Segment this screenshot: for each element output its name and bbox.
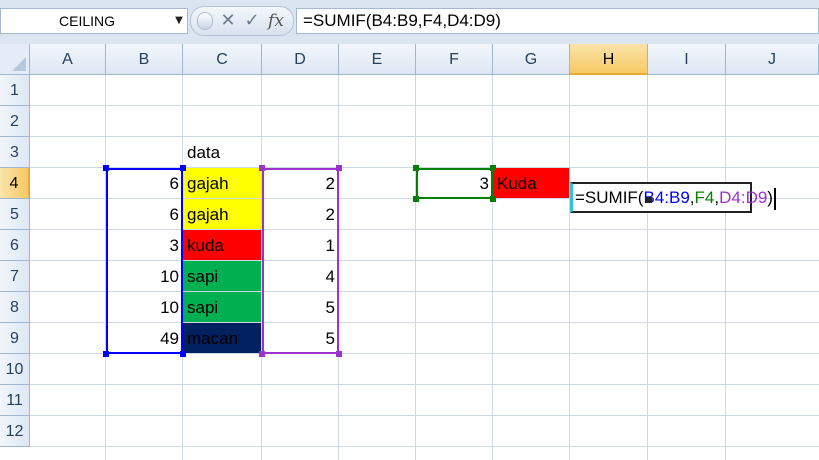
range-highlight-f4 [416, 168, 493, 199]
column-header-d[interactable]: D [262, 44, 339, 75]
gridline-col [492, 75, 493, 460]
row-header-4[interactable]: 4 [0, 168, 30, 199]
range-highlight-b4-b9-handle[interactable] [103, 165, 109, 171]
cell-c6[interactable]: kuda [183, 230, 262, 261]
cell-c4[interactable]: gajah [183, 168, 262, 199]
worksheet-grid[interactable]: A B C D E F G H I J 1 2 3 4 5 6 7 8 9 10 11 12 data 6 gajah 2 6 gaj… [0, 44, 819, 460]
gridline-row [30, 384, 819, 385]
row-header-8[interactable]: 8 [0, 292, 30, 323]
column-header-i[interactable]: I [648, 44, 726, 75]
gridline-row [30, 105, 819, 106]
formula-bar-grip-icon[interactable] [197, 12, 213, 30]
row-header-3[interactable]: 3 [0, 137, 30, 168]
gridline-row [30, 446, 819, 447]
cell-c5[interactable]: gajah [183, 199, 262, 230]
formula-part-suffix: ) [767, 188, 773, 207]
column-header-g[interactable]: G [493, 44, 570, 75]
gridline-col [725, 75, 726, 460]
column-header-a[interactable]: A [30, 44, 106, 75]
range-highlight-b4-b9-handle[interactable] [103, 351, 109, 357]
gridline-col [415, 75, 416, 460]
row-header-5[interactable]: 5 [0, 199, 30, 230]
column-header-h[interactable]: H [570, 44, 648, 75]
cell-c7[interactable]: sapi [183, 261, 262, 292]
cell-c9[interactable]: macan [183, 323, 262, 354]
range-highlight-b4-b9-handle[interactable] [180, 351, 186, 357]
column-header-j[interactable]: J [726, 44, 819, 75]
range-highlight-d4-d9-handle[interactable] [336, 165, 342, 171]
range-highlight-f4-handle[interactable] [490, 165, 496, 171]
formula-part-range2: D4:D9 [719, 188, 768, 207]
text-cursor [773, 187, 776, 210]
gridline-col [647, 75, 648, 460]
row-header-6[interactable]: 6 [0, 230, 30, 261]
row-header-12[interactable]: 12 [0, 416, 30, 447]
range-highlight-b4-b9-handle[interactable] [180, 165, 186, 171]
cell-c8[interactable]: sapi [183, 292, 262, 323]
formula-part-prefix: =SUMIF( [575, 188, 644, 207]
cell-c3[interactable]: data [183, 137, 262, 168]
insert-function-icon[interactable]: fx [265, 9, 287, 33]
name-box-dropdown-icon[interactable]: ▼ [172, 8, 186, 34]
column-header-b[interactable]: B [106, 44, 183, 75]
formula-bar: CEILING ▼ ✕ ✓ fx =SUMIF(B4:B9,F4,D4:D9) [0, 0, 819, 45]
range-highlight-d4-d9 [262, 168, 339, 354]
column-header-c[interactable]: C [183, 44, 262, 75]
range-highlight-b4-b9 [106, 168, 183, 354]
row-header-9[interactable]: 9 [0, 323, 30, 354]
range-highlight-f4-handle[interactable] [413, 196, 419, 202]
formula-input[interactable]: =SUMIF(B4:B9,F4,D4:D9) [296, 8, 819, 34]
row-header-2[interactable]: 2 [0, 106, 30, 137]
range-highlight-d4-d9-handle[interactable] [259, 165, 265, 171]
range-highlight-d4-d9-handle[interactable] [336, 351, 342, 357]
gridline-row [30, 415, 819, 416]
range-highlight-f4-handle[interactable] [413, 165, 419, 171]
fill-handle[interactable] [646, 197, 652, 203]
row-header-1[interactable]: 1 [0, 75, 30, 106]
cancel-icon[interactable]: ✕ [217, 9, 239, 33]
enter-icon[interactable]: ✓ [241, 9, 263, 33]
cell-editor-h4[interactable]: =SUMIF(B4:B9,F4,D4:D9) [570, 182, 776, 213]
range-highlight-d4-d9-handle[interactable] [259, 351, 265, 357]
row-header-7[interactable]: 7 [0, 261, 30, 292]
formula-tools: ✕ ✓ fx [190, 6, 294, 36]
range-highlight-f4-handle[interactable] [490, 196, 496, 202]
column-header-e[interactable]: E [339, 44, 416, 75]
column-header-f[interactable]: F [416, 44, 493, 75]
name-box[interactable]: CEILING [0, 8, 188, 34]
cell-g4[interactable]: Kuda [493, 168, 570, 199]
gridline-row [30, 136, 819, 137]
formula-part-criteria: F4 [694, 188, 715, 207]
gridline-col [569, 75, 570, 460]
row-header-11[interactable]: 11 [0, 385, 30, 416]
row-header-10[interactable]: 10 [0, 354, 30, 385]
select-all-button[interactable] [0, 44, 30, 75]
